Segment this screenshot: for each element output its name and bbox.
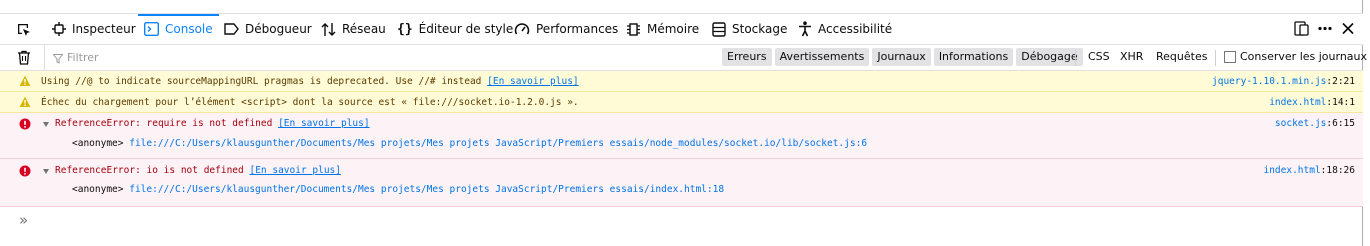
learn-more-link[interactable]: [En savoir plus]: [487, 76, 579, 87]
message-text: Using //@ to indicate sourceMappingURL p…: [41, 76, 579, 87]
tab-memoire[interactable]: Mémoire: [626, 14, 699, 44]
filter-input[interactable]: [44, 45, 684, 70]
inspector-icon: [52, 22, 66, 36]
tab-label: Inspecteur: [72, 22, 136, 36]
close-icon[interactable]: [1341, 21, 1355, 36]
tab-label: Console: [165, 22, 213, 36]
warning-icon: [19, 96, 31, 111]
filter-errors-button[interactable]: Erreurs: [722, 48, 772, 66]
message-source-link[interactable]: socket.js:6:15: [1275, 118, 1355, 129]
tab-inspecteur[interactable]: Inspecteur: [52, 14, 136, 44]
tab-label: Éditeur de style: [418, 22, 514, 36]
filter-requests-button[interactable]: Requêtes: [1156, 50, 1207, 63]
devtools-panel: Inspecteur Console Débogueur Réseau {} É…: [0, 0, 1367, 246]
console-message-warning: Using //@ to indicate sourceMappingURL p…: [0, 71, 1363, 92]
tab-label: Réseau: [342, 22, 386, 36]
filter-info-button[interactable]: Informations: [933, 48, 1014, 66]
memory-icon: [627, 22, 640, 36]
message-text: ReferenceError: io is not defined [En sa…: [55, 165, 341, 176]
log-level-filters: Erreurs Avertissements Journaux Informat…: [722, 48, 1083, 66]
tab-label: Mémoire: [647, 22, 700, 36]
frame-location-link[interactable]: file:///C:/Users/klausgunther/Documents/…: [129, 138, 867, 149]
filter-xhr-button[interactable]: XHR: [1120, 50, 1143, 63]
network-icon: [321, 22, 336, 36]
stack-frame: <anonyme> file:///C:/Users/klausgunther/…: [72, 138, 867, 149]
filter-warnings-button[interactable]: Avertissements: [774, 48, 870, 66]
warning-icon: [19, 75, 31, 90]
tab-performances[interactable]: Performances: [514, 14, 618, 44]
learn-more-link[interactable]: [En savoir plus]: [249, 165, 341, 176]
console-input-prompt[interactable]: »: [19, 211, 28, 229]
trash-icon[interactable]: [17, 50, 31, 68]
performance-icon: [514, 23, 530, 35]
console-filter-bar: Erreurs Avertissements Journaux Informat…: [0, 45, 1367, 71]
accessibility-icon: [799, 21, 811, 37]
divider: [1215, 50, 1216, 66]
stack-frame: <anonyme> file:///C:/Users/klausgunther/…: [72, 184, 724, 195]
filter-css-button[interactable]: CSS: [1088, 50, 1110, 63]
message-source-link[interactable]: jquery-1.10.1.min.js:2:21: [1212, 76, 1355, 87]
filter-logs-button[interactable]: Journaux: [872, 48, 931, 66]
dock-icon[interactable]: [1294, 21, 1309, 36]
more-options-icon[interactable]: [1317, 21, 1333, 36]
devtools-toolbar: Inspecteur Console Débogueur Réseau {} É…: [0, 13, 1363, 45]
expand-arrow-icon[interactable]: [43, 122, 49, 127]
tab-label: Stockage: [732, 22, 788, 36]
persist-logs-label: Conserver les journaux: [1240, 50, 1368, 63]
tab-accessibilite[interactable]: Accessibilité: [798, 14, 892, 44]
expand-arrow-icon[interactable]: [43, 169, 49, 174]
toolbar-controls: [1294, 21, 1355, 36]
tab-label: Accessibilité: [818, 22, 893, 36]
frame-function: <anonyme>: [72, 138, 124, 149]
message-source-link[interactable]: index.html:14:1: [1269, 97, 1355, 108]
error-icon: [19, 118, 31, 133]
debugger-icon: [224, 23, 239, 35]
storage-icon: [712, 21, 726, 37]
tab-label: Performances: [536, 22, 619, 36]
tab-reseau[interactable]: Réseau: [321, 14, 386, 44]
element-picker-icon[interactable]: [16, 22, 32, 41]
style-editor-icon: {}: [397, 21, 413, 37]
console-message-warning: Échec du chargement pour l’élément <scri…: [0, 92, 1363, 113]
tab-label: Débogueur: [245, 22, 312, 36]
frame-location-link[interactable]: file:///C:/Users/klausgunther/Documents/…: [129, 184, 724, 195]
filter-debug-button[interactable]: Débogage: [1016, 48, 1083, 66]
console-icon: [144, 22, 159, 36]
message-text: ReferenceError: require is not defined […: [55, 118, 370, 129]
tab-editeur-de-style[interactable]: {} Éditeur de style: [397, 14, 513, 44]
learn-more-link[interactable]: [En savoir plus]: [278, 118, 370, 129]
divider: [1075, 50, 1076, 66]
tab-stockage[interactable]: Stockage: [712, 14, 787, 44]
error-icon: [19, 165, 31, 180]
checkbox[interactable]: [1224, 50, 1236, 63]
tab-debogueur[interactable]: Débogueur: [224, 14, 312, 44]
filter-icon: [52, 53, 64, 67]
console-message-error: ReferenceError: require is not defined […: [0, 113, 1363, 159]
message-text: Échec du chargement pour l’élément <scri…: [41, 97, 579, 108]
console-message-error: ReferenceError: io is not defined [En sa…: [0, 159, 1363, 207]
frame-function: <anonyme>: [72, 184, 124, 195]
persist-logs-checkbox[interactable]: Conserver les journaux: [1224, 50, 1367, 63]
message-source-link[interactable]: index.html:18:26: [1263, 165, 1355, 176]
tab-console[interactable]: Console: [138, 14, 219, 44]
